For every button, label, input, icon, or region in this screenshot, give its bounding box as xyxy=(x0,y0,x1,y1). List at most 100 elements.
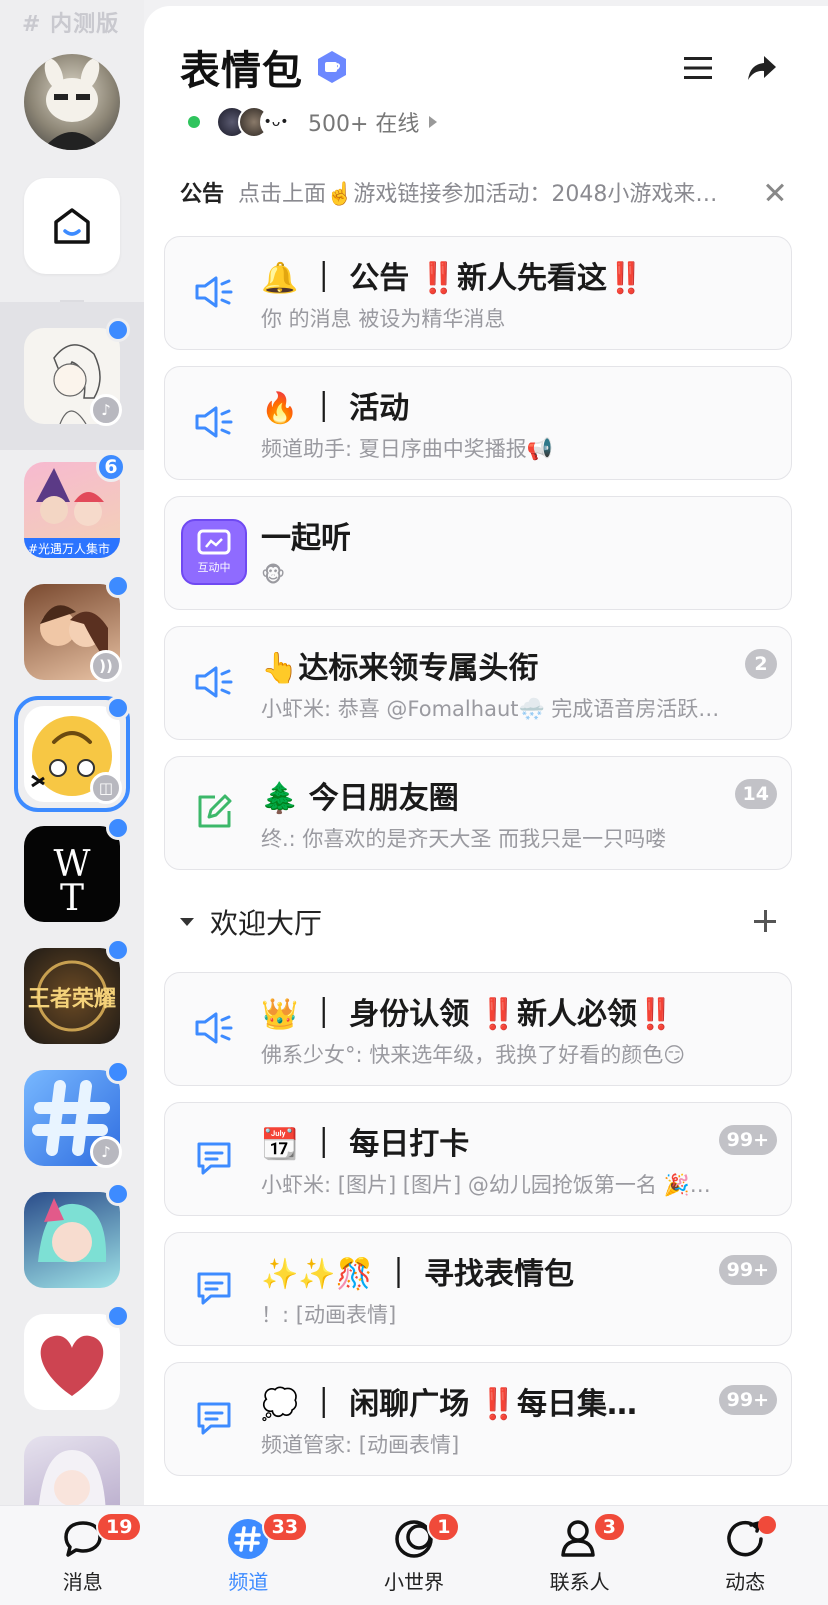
announcement-bar[interactable]: 公告 点击上面☝️游戏链接参加活动：2048小游戏来… xyxy=(180,176,790,208)
guild-wt-logo[interactable]: W T xyxy=(24,826,120,922)
unread-dot xyxy=(106,696,130,720)
unread-count-badge: 99+ xyxy=(718,1385,777,1415)
tab-contacts[interactable]: 联系人 3 xyxy=(497,1506,663,1605)
home-icon xyxy=(54,208,90,244)
tab-badge: 19 xyxy=(96,1512,143,1542)
unread-dot xyxy=(106,1060,130,1084)
tab-messages[interactable]: 消息 19 xyxy=(0,1506,166,1605)
guild-rail: # 内测版 ♪ #光遇万人集市 6)) ◫ W T 王者荣耀 ♪ xyxy=(0,0,144,1505)
tab-moments[interactable]: 动态 xyxy=(662,1506,828,1605)
channel-last-message: 终.: 你喜欢的是齐天大圣 而我只是一只吗喽 xyxy=(261,827,667,851)
member-avatar: •ᴗ• xyxy=(260,106,292,138)
tab-label: 频道 xyxy=(228,1570,269,1594)
unread-count-badge: 2 xyxy=(745,649,777,679)
channel-item[interactable]: 📆 ｜ 每日打卡 小虾米: [图片] [图片] @幼儿园抢饭第一名 🎉… 99+ xyxy=(164,1102,792,1216)
music-note-icon: ♪ xyxy=(90,394,122,426)
game-controller-icon: ◫ xyxy=(90,772,122,804)
category-title: 欢迎大厅 xyxy=(210,907,323,940)
close-icon[interactable] xyxy=(760,177,790,207)
guild-wangzhe[interactable]: 王者荣耀 xyxy=(24,948,120,1044)
channel-item[interactable]: ✨✨🎊 ｜ 寻找表情包 ！: [动画表情] 99+ xyxy=(164,1232,792,1346)
channel-title: ✨✨🎊 ｜ 寻找表情包 xyxy=(261,1257,574,1292)
channel-title: 💭 ｜ 闲聊广场 ‼️每日集… xyxy=(261,1387,638,1422)
channel-item[interactable]: 👆达标来领专属头衔 小虾米: 恭喜 @Fomalhaut🌨️ 完成语音房活跃… … xyxy=(164,626,792,740)
music-note-icon: ♪ xyxy=(90,1136,122,1168)
participant-avatars: 🐵 xyxy=(261,563,286,587)
tab-label: 联系人 xyxy=(549,1570,610,1594)
online-indicator xyxy=(188,116,200,128)
announcement-text: 点击上面☝️游戏链接参加活动：2048小游戏来… xyxy=(238,182,718,207)
chat-bubble-icon xyxy=(191,1135,237,1181)
guild-header: 表情包 xyxy=(180,38,349,96)
online-count: 500+ 在线 xyxy=(308,112,420,137)
announcement-label: 公告 xyxy=(180,182,225,207)
chevron-down-icon xyxy=(180,918,194,926)
channel-panel: 表情包 •ᴗ• 500+ 在线 公告 点击上面☝️游戏链接参加活动：2048小游… xyxy=(144,6,828,1505)
unread-count-badge: 99+ xyxy=(718,1125,777,1155)
tab-label: 动态 xyxy=(725,1570,766,1594)
unread-dot xyxy=(106,938,130,962)
channel-title: 🔔 ｜ 公告 ‼️新人先看这‼️ xyxy=(261,261,645,296)
share-button[interactable] xyxy=(740,46,784,90)
channel-title: 🔥 ｜ 活动 xyxy=(261,391,410,426)
channel-item[interactable]: 👑 ｜ 身份认领 ‼️新人必领‼️ 佛系少女°: 快来选年级，我换了好看的颜色😏 xyxy=(164,972,792,1086)
bottom-tab-bar: 消息 19 频道 33 小世界 1 联系人 3 动态 xyxy=(0,1505,828,1605)
channel-last-message: 小虾米: [图片] [图片] @幼儿园抢饭第一名 🎉… xyxy=(261,1173,711,1197)
chevron-right-icon xyxy=(429,116,438,128)
channel-title: 🌲 今日朋友圈 xyxy=(261,781,459,816)
unread-dot xyxy=(106,574,130,598)
tab-badge: 1 xyxy=(427,1512,461,1542)
channel-last-message: 频道助手: 夏日序曲中奖播报📢 xyxy=(261,437,553,461)
beta-label: # 内测版 xyxy=(22,12,120,37)
channel-item[interactable]: 💭 ｜ 闲聊广场 ‼️每日集… 频道管家: [动画表情] 99+ xyxy=(164,1362,792,1476)
unread-count-badge: 99+ xyxy=(718,1255,777,1285)
my-avatar[interactable] xyxy=(24,54,120,150)
channel-item[interactable]: 🌲 今日朋友圈 终.: 你喜欢的是齐天大圣 而我只是一只吗喽 14 xyxy=(164,756,792,870)
unread-dot xyxy=(106,1182,130,1206)
channel-last-message: 频道管家: [动画表情] xyxy=(261,1433,460,1457)
tab-small-world[interactable]: 小世界 1 xyxy=(331,1506,497,1605)
guild-anime-girl-2[interactable] xyxy=(24,1436,120,1505)
tab-channels[interactable]: 频道 33 xyxy=(166,1506,332,1605)
channel-title: 👆达标来领专属头衔 xyxy=(261,651,539,686)
menu-button[interactable] xyxy=(676,46,720,90)
add-channel-icon[interactable] xyxy=(750,906,780,936)
share-arrow-icon xyxy=(748,56,776,80)
tab-badge: 33 xyxy=(261,1512,309,1542)
interacting-tag: 互动中 xyxy=(197,561,231,574)
guild-blurred-heart[interactable] xyxy=(24,1314,120,1410)
online-members-row[interactable]: •ᴗ• 500+ 在线 xyxy=(188,106,438,138)
channel-item[interactable]: 🔥 ｜ 活动 频道助手: 夏日序曲中奖播报📢 xyxy=(164,366,792,480)
category-header[interactable]: 欢迎大厅 xyxy=(180,902,780,942)
listen-together-icon: 互动中 xyxy=(181,519,247,585)
unread-dot xyxy=(106,1304,130,1328)
channel-title: 📆 ｜ 每日打卡 xyxy=(261,1127,470,1162)
guild-title[interactable]: 表情包 xyxy=(180,38,303,96)
channel-last-message: 佛系少女°: 快来选年级，我换了好看的颜色😏 xyxy=(261,1043,686,1067)
guild-anime-girl[interactable] xyxy=(24,1192,120,1288)
home-button[interactable] xyxy=(24,178,120,274)
announcement-speaker-icon xyxy=(191,659,237,705)
announcement-speaker-icon xyxy=(191,399,237,445)
channel-item[interactable]: 🔔 ｜ 公告 ‼️新人先看这‼️ 你 的消息 被设为精华消息 xyxy=(164,236,792,350)
verified-badge-icon xyxy=(318,51,346,83)
chat-bubble-icon xyxy=(191,1265,237,1311)
announcement-speaker-icon xyxy=(191,269,237,315)
unread-dot xyxy=(106,318,130,342)
tab-label: 消息 xyxy=(62,1570,103,1594)
tab-label: 小世界 xyxy=(383,1570,444,1594)
channel-item-listen[interactable]: 互动中 一起听 🐵 xyxy=(164,496,792,610)
channel-last-message: ！: [动画表情] xyxy=(261,1303,397,1327)
hamburger-menu-icon xyxy=(684,57,712,79)
channel-title: 一起听 xyxy=(261,521,351,556)
unread-count-badge: 14 xyxy=(734,779,777,809)
guild-unread-badge: 6 xyxy=(96,452,126,482)
tab-badge: 3 xyxy=(592,1512,627,1542)
post-edit-icon xyxy=(191,789,237,835)
chat-bubble-icon xyxy=(191,1395,237,1441)
voice-waves-icon: )) xyxy=(90,650,122,682)
channel-last-message: 你 的消息 被设为精华消息 xyxy=(261,307,506,331)
announcement-speaker-icon xyxy=(191,1005,237,1051)
channel-title: 👑 ｜ 身份认领 ‼️新人必领‼️ xyxy=(261,997,675,1032)
channel-last-message: 小虾米: 恭喜 @Fomalhaut🌨️ 完成语音房活跃… xyxy=(261,697,720,721)
